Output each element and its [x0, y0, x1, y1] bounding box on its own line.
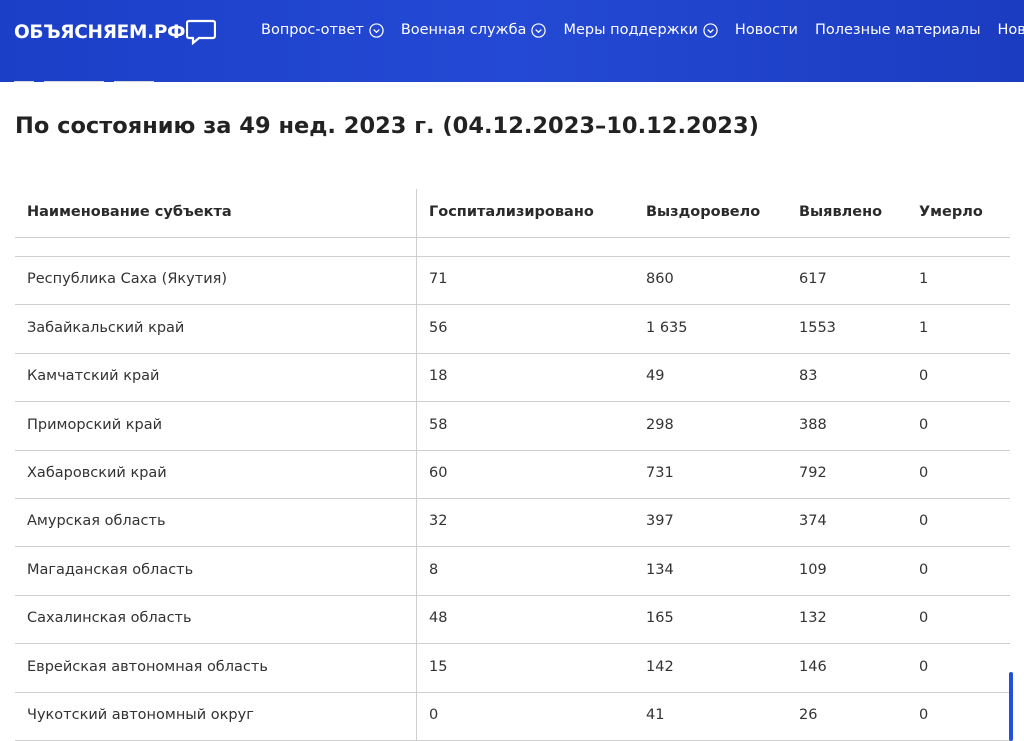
cell-died: 0: [919, 561, 929, 578]
table-row: Хабаровский край 60 731 792 0: [15, 450, 1010, 499]
table-row: Амурская область 32 397 374 0: [15, 498, 1010, 548]
nav-item-label: Меры поддержки: [563, 22, 698, 38]
nav-item-label: Полезные материалы: [814, 22, 981, 38]
cell-subject: Чукотский автономный округ: [27, 707, 254, 723]
column-header-died: Умерло: [919, 204, 983, 220]
cell-hospitalized: 58: [429, 416, 448, 433]
cell-detected: 374: [799, 513, 827, 530]
column-header-recovered: Выздоровело: [646, 204, 761, 220]
table-row: Сахалинская область 48 165 132 0: [15, 595, 1010, 645]
cell-detected: 388: [799, 416, 827, 433]
nav-item-label: Новые ре: [997, 22, 1024, 38]
cell-subject: Магаданская область: [27, 561, 194, 578]
cell-detected: 26: [799, 707, 818, 723]
nav-item-2[interactable]: Меры поддержки: [563, 22, 718, 38]
cell-detected: 132: [799, 610, 827, 627]
table-row: Чукотский автономный округ 0 41 26 0: [15, 692, 1010, 741]
cell-recovered: 397: [646, 513, 674, 530]
cell-recovered: 860: [646, 271, 674, 288]
cell-hospitalized: 71: [429, 271, 448, 288]
cell-hospitalized: 18: [429, 368, 448, 385]
cell-subject: Сахалинская область: [27, 610, 192, 627]
cell-died: 0: [919, 368, 929, 385]
cell-died: 0: [919, 610, 929, 627]
cell-subject: Приморский край: [27, 416, 163, 433]
cell-recovered: 731: [646, 465, 674, 481]
cell-subject: Хабаровский край: [27, 465, 167, 481]
cell-died: 0: [919, 416, 929, 433]
cell-recovered: 298: [646, 416, 674, 433]
cell-recovered: 165: [646, 610, 674, 627]
chevron-down-icon: [531, 22, 547, 38]
cell-detected: 83: [799, 368, 818, 385]
cell-died: 0: [919, 658, 929, 675]
cell-subject: Республика Саха (Якутия): [27, 271, 227, 288]
table-row: Приморский край 58 298 388 0: [15, 402, 1010, 451]
cell-hospitalized: 60: [429, 465, 448, 481]
nav-item-5[interactable]: Новые ре: [998, 22, 1024, 38]
table-row: Камчатский край 18 49 83 0: [15, 353, 1010, 403]
cell-recovered: 134: [646, 561, 674, 578]
nav-item-label: Новости: [734, 22, 798, 38]
cell-detected: 617: [799, 271, 827, 288]
column-header-subject: Наименование субъекта: [27, 204, 232, 220]
cell-detected: 146: [799, 658, 827, 675]
cell-subject: Еврейская автономная область: [27, 658, 268, 675]
cell-recovered: 142: [646, 658, 674, 675]
cell-died: 1: [919, 319, 929, 336]
table-header: Наименование субъекта Госпитализировано …: [15, 189, 1010, 238]
scrollbar-thumb[interactable]: [1009, 672, 1013, 741]
cell-hospitalized: 56: [429, 319, 448, 336]
cell-recovered: 49: [646, 368, 665, 385]
cell-detected: 109: [799, 561, 827, 578]
cell-detected: 1553: [799, 319, 836, 336]
cell-hospitalized: 32: [429, 513, 448, 530]
nav-item-1[interactable]: Военная служба: [401, 22, 547, 38]
cell-subject: Амурская область: [27, 513, 166, 530]
nav-item-0[interactable]: Вопрос-ответ: [261, 22, 384, 38]
table-row: Еврейская автономная область 15 142 146 0: [15, 644, 1010, 693]
cell-died: 0: [919, 513, 929, 530]
data-table: Республика Бурятия302502451Республика Са…: [15, 189, 1010, 741]
nav-item-3[interactable]: Новости: [735, 22, 798, 38]
cell-recovered: 41: [646, 707, 665, 723]
nav-item-4[interactable]: Полезные материалы: [815, 22, 981, 38]
cell-subject: Камчатский край: [27, 368, 160, 385]
cell-died: 0: [919, 707, 929, 723]
page-title: По состоянию за 49 нед. 2023 г. (04.12.2…: [15, 113, 759, 139]
column-header-hospitalized: Госпитализировано: [429, 204, 594, 220]
site-logo[interactable]: ОБЪЯСНЯЕМ.РФ: [14, 15, 217, 49]
breadcrumb-fragment: [14, 70, 154, 82]
chevron-down-icon: [369, 22, 384, 38]
main-nav: Вопрос-ответ Военная служба Меры поддержки…: [261, 18, 1024, 42]
nav-item-label: Военная служба: [400, 22, 527, 38]
column-header-detected: Выявлено: [799, 204, 883, 220]
cell-hospitalized: 15: [429, 658, 448, 675]
cell-hospitalized: 0: [429, 707, 439, 723]
cell-died: 0: [919, 465, 929, 481]
logo-text: ОБЪЯСНЯЕМ.РФ: [14, 21, 186, 43]
nav-item-label: Вопрос-ответ: [261, 22, 364, 38]
cell-hospitalized: 8: [429, 561, 439, 578]
table-row: Республика Саха (Якутия) 71 860 617 1: [15, 256, 1010, 306]
cell-hospitalized: 48: [429, 610, 448, 627]
chat-bubble-icon: [186, 19, 217, 45]
cell-detected: 792: [799, 465, 827, 481]
chevron-down-icon: [703, 22, 718, 38]
column-divider: [416, 189, 417, 741]
cell-subject: Забайкальский край: [27, 319, 185, 336]
cell-died: 1: [919, 271, 929, 288]
table-row: Магаданская область 8 134 109 0: [15, 547, 1010, 596]
table-row: Забайкальский край 56 1 635 1553 1: [15, 305, 1010, 354]
cell-recovered: 1 635: [646, 319, 688, 336]
